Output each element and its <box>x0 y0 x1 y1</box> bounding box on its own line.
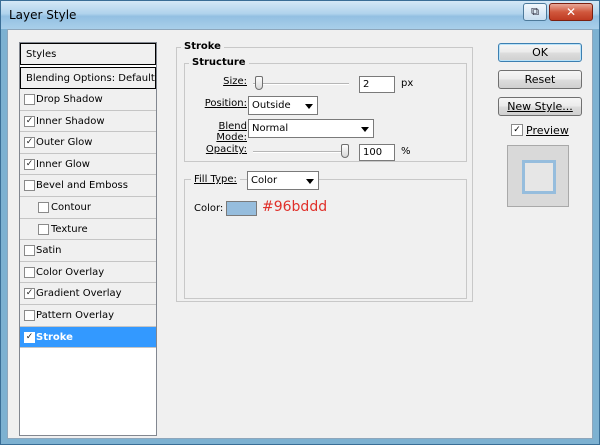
style-checkbox[interactable]: ✓ <box>24 115 35 127</box>
chevron-down-icon <box>306 179 314 184</box>
style-item-label: Satin <box>36 245 62 257</box>
stroke-group: Stroke Structure Size: 2 px Position: Ou… <box>176 41 473 302</box>
checkmark-icon: ✓ <box>513 125 521 135</box>
structure-group: Structure Size: 2 px Position: Outside B… <box>184 57 467 162</box>
structure-title: Structure <box>189 57 249 68</box>
style-checkbox[interactable]: ✓ <box>24 331 35 343</box>
size-slider-thumb[interactable] <box>254 76 263 90</box>
color-hex-annotation: #96bddd <box>262 199 328 215</box>
blend-mode-value: Normal <box>252 123 289 134</box>
color-label: Color: <box>194 203 224 214</box>
size-input[interactable]: 2 <box>359 76 395 93</box>
styles-header[interactable]: Styles <box>20 43 156 65</box>
style-item-stroke[interactable]: ✓ Stroke <box>20 326 156 349</box>
style-item-label: Drop Shadow <box>36 94 103 105</box>
dialog-body: Styles Blending Options: Default Drop Sh… <box>7 29 593 439</box>
blend-mode-select[interactable]: Normal <box>248 119 374 138</box>
chevron-down-icon <box>361 127 369 132</box>
preview-checkbox[interactable]: ✓ <box>511 124 523 136</box>
window-title: Layer Style <box>9 8 77 22</box>
style-item-label: Inner Shadow <box>36 115 105 127</box>
style-checkbox[interactable] <box>24 266 35 278</box>
style-checkbox[interactable] <box>38 223 49 235</box>
size-slider-track[interactable] <box>253 83 349 85</box>
style-item-drop-shadow[interactable]: Drop Shadow <box>20 89 156 111</box>
fill-type-value: Color <box>251 175 278 186</box>
help-button[interactable]: ⧉ <box>523 3 547 21</box>
style-item-label: Color Overlay <box>36 266 105 278</box>
close-icon: ✕ <box>565 5 577 19</box>
style-item-satin[interactable]: Satin <box>20 240 156 262</box>
layer-style-window: Layer Style ⧉ ✕ Styles Blending Options:… <box>0 0 600 445</box>
style-preview <box>507 145 569 207</box>
close-button[interactable]: ✕ <box>549 3 593 21</box>
size-unit: px <box>401 78 414 89</box>
style-checkbox[interactable] <box>24 94 35 105</box>
effects-list: Drop Shadow ✓ Inner Shadow ✓ Outer Glow ✓ Inne… <box>20 89 156 349</box>
style-item-inner-glow[interactable]: ✓ Inner Glow <box>20 153 156 176</box>
style-item-inner-shadow[interactable]: ✓ Inner Shadow <box>20 110 156 133</box>
style-item-bevel-and-emboss[interactable]: Bevel and Emboss <box>20 175 156 197</box>
style-checkbox[interactable] <box>24 245 35 257</box>
style-item-label: Outer Glow <box>36 137 93 149</box>
ok-button[interactable]: OK <box>498 43 582 62</box>
opacity-slider-track[interactable] <box>253 151 349 153</box>
style-checkbox[interactable]: ✓ <box>24 288 35 300</box>
reset-button[interactable]: Reset <box>498 70 582 89</box>
blending-options-item[interactable]: Blending Options: Default <box>20 67 156 89</box>
new-style-button[interactable]: New Style... <box>498 97 582 116</box>
opacity-label: Opacity: <box>205 144 247 155</box>
fill-group: Fill Type: Color Color: #96bddd <box>184 171 467 299</box>
style-item-gradient-overlay[interactable]: ✓ Gradient Overlay <box>20 283 156 305</box>
opacity-slider-thumb[interactable] <box>341 144 349 158</box>
stroke-title: Stroke <box>181 41 224 52</box>
position-label: Position: <box>204 98 247 109</box>
style-item-outer-glow[interactable]: ✓ Outer Glow <box>20 132 156 154</box>
blend-mode-label: Blend Mode: <box>216 121 247 143</box>
style-item-label: Bevel and Emboss <box>36 180 128 192</box>
title-bar[interactable]: Layer Style ⧉ ✕ <box>1 1 599 29</box>
style-item-label: Inner Glow <box>36 158 90 170</box>
style-checkbox[interactable]: ✓ <box>24 158 35 170</box>
style-checkbox[interactable] <box>38 201 49 213</box>
chevron-down-icon <box>305 104 313 109</box>
style-item-color-overlay[interactable]: Color Overlay <box>20 261 156 284</box>
position-select[interactable]: Outside <box>248 96 318 115</box>
help-icon: ⧉ <box>531 5 539 18</box>
style-checkbox[interactable]: ✓ <box>24 137 35 149</box>
size-label: Size: <box>223 76 247 87</box>
style-checkbox[interactable] <box>24 180 35 192</box>
style-item-label: Stroke <box>36 331 73 343</box>
style-item-texture[interactable]: Texture <box>20 218 156 241</box>
style-checkbox[interactable] <box>24 309 35 321</box>
color-swatch[interactable] <box>226 201 257 216</box>
style-item-label: Pattern Overlay <box>36 309 115 321</box>
style-item-label: Texture <box>51 223 88 235</box>
preview-thumbnail <box>522 160 556 194</box>
position-value: Outside <box>252 100 291 111</box>
opacity-input[interactable]: 100 <box>359 144 395 161</box>
preview-label: Preview <box>526 124 569 137</box>
style-item-contour[interactable]: Contour <box>20 196 156 219</box>
style-item-pattern-overlay[interactable]: Pattern Overlay <box>20 304 156 327</box>
styles-list: Styles Blending Options: Default Drop Sh… <box>19 42 157 436</box>
fill-type-select[interactable]: Color <box>247 171 319 190</box>
fill-type-label: Fill Type: <box>191 174 240 185</box>
style-item-label: Contour <box>51 201 91 213</box>
opacity-unit: % <box>401 146 411 157</box>
style-item-label: Gradient Overlay <box>36 288 122 300</box>
